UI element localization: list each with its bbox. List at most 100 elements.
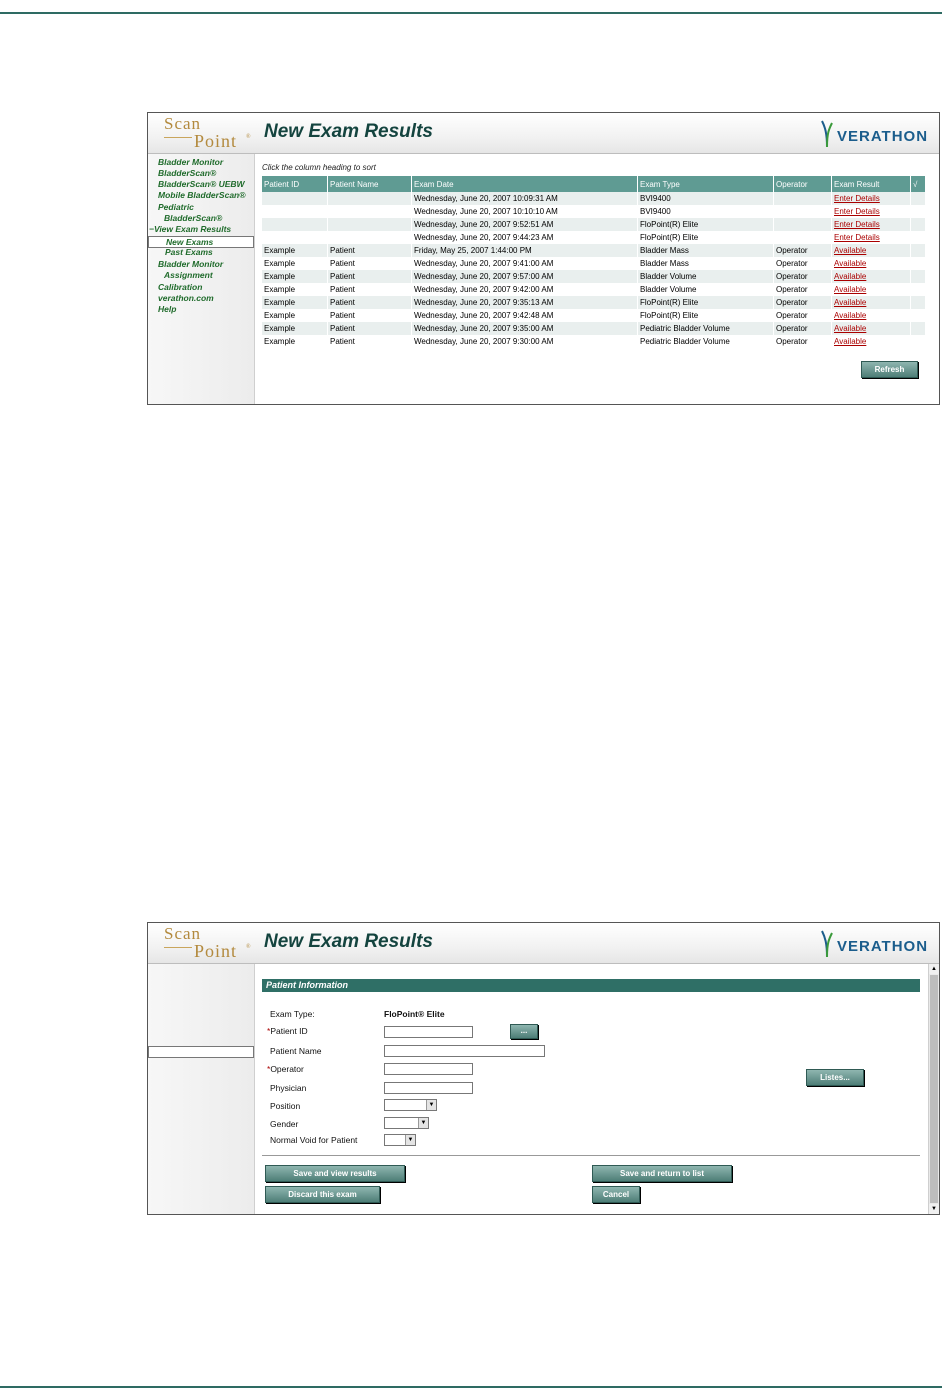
table-cell: Bladder Mass (637, 257, 774, 270)
table-row[interactable]: Example Patient Wednesday, June 20, 2007 9… (262, 283, 926, 296)
column-header[interactable]: Patient Name (327, 176, 412, 192)
exam-result-link[interactable]: Available (831, 335, 911, 348)
sidebar-item[interactable]: verathon.com (158, 293, 214, 303)
page-title: New Exam Results (264, 121, 433, 142)
table-cell: Patient (327, 335, 412, 348)
sidebar-item[interactable]: BladderScan® (164, 213, 222, 223)
table-cell: Bladder Volume (637, 270, 774, 283)
sidebar-item[interactable]: Bladder Monitor (158, 157, 223, 167)
scroll-up-icon[interactable]: ▲ (929, 964, 939, 974)
table-cell (262, 218, 328, 231)
sidebar-item[interactable]: Mobile BladderScan® (158, 190, 246, 200)
sidebar-item[interactable]: Assignment (164, 270, 213, 280)
scroll-thumb[interactable] (930, 975, 938, 1203)
gender-label: Gender (270, 1119, 299, 1129)
sidebar-item[interactable]: Help (158, 304, 176, 314)
physician-field[interactable] (384, 1082, 473, 1094)
exam-result-link[interactable]: Available (831, 244, 911, 257)
listes-button[interactable]: Listes... (806, 1069, 864, 1086)
verathon-mark-icon (821, 930, 833, 958)
table-cell (910, 322, 926, 335)
sidebar-item[interactable]: Pediatric (158, 202, 194, 212)
column-header[interactable]: Exam Type (637, 176, 774, 192)
sidebar-item[interactable]: Bladder Monitor (158, 259, 223, 269)
operator-label: *Operator (267, 1064, 304, 1074)
operator-field[interactable] (384, 1063, 473, 1075)
table-row[interactable]: Example Patient Wednesday, June 20, 2007 9… (262, 270, 926, 283)
page-title: New Exam Results (264, 931, 433, 952)
column-header[interactable]: √ (910, 176, 926, 192)
chevron-down-icon[interactable]: ▼ (418, 1118, 428, 1128)
exam-result-link[interactable]: Available (831, 283, 911, 296)
table-cell: Example (262, 335, 328, 348)
discard-exam-button[interactable]: Discard this exam (265, 1186, 380, 1203)
table-row[interactable]: Wednesday, June 20, 2007 10:10:10 AM BVI9… (262, 205, 926, 218)
scroll-down-icon[interactable]: ▼ (929, 1204, 939, 1214)
app-header: Scan Point ® New Exam Results VERATHON (148, 923, 939, 964)
normal-void-select[interactable]: ▼ (384, 1134, 416, 1146)
table-row[interactable]: Example Patient Wednesday, June 20, 2007 9… (262, 257, 926, 270)
table-cell (910, 231, 926, 244)
table-row[interactable]: Example Patient Wednesday, June 20, 2007 9… (262, 335, 926, 348)
table-cell (910, 218, 926, 231)
table-cell: FloPoint(R) Elite (637, 218, 774, 231)
table-row[interactable]: Example Patient Wednesday, June 20, 2007 9… (262, 309, 926, 322)
table-row[interactable]: Example Patient Wednesday, June 20, 2007 9… (262, 322, 926, 335)
save-and-return-button[interactable]: Save and return to list (592, 1165, 732, 1182)
table-cell (327, 218, 412, 231)
sidebar-item[interactable]: Calibration (158, 282, 202, 292)
exam-result-link[interactable]: Available (831, 296, 911, 309)
exam-result-link[interactable]: Available (831, 309, 911, 322)
table-cell: Patient (327, 270, 412, 283)
table-cell: Operator (773, 335, 832, 348)
table-cell: Bladder Volume (637, 283, 774, 296)
sidebar-item[interactable]: −View Exam Results (149, 224, 231, 234)
column-header[interactable]: Operator (773, 176, 832, 192)
column-header[interactable]: Exam Date (411, 176, 638, 192)
exam-result-link[interactable]: Enter Details (831, 192, 911, 205)
table-cell: Wednesday, June 20, 2007 9:57:00 AM (411, 270, 638, 283)
vertical-scrollbar[interactable]: ▲ ▼ (928, 964, 939, 1214)
exam-result-link[interactable]: Enter Details (831, 218, 911, 231)
patient-id-field[interactable] (384, 1026, 473, 1038)
table-row[interactable]: Example Patient Friday, May 25, 2007 1:44:… (262, 244, 926, 257)
table-cell (910, 335, 926, 348)
form-separator (262, 1155, 920, 1156)
table-cell: Wednesday, June 20, 2007 9:42:00 AM (411, 283, 638, 296)
cancel-button[interactable]: Cancel (592, 1186, 640, 1203)
chevron-down-icon[interactable]: ▼ (405, 1135, 415, 1145)
new-exams-list-window: Scan Point ® New Exam Results VERATHON B… (147, 112, 940, 405)
refresh-button[interactable]: Refresh (861, 361, 918, 378)
table-row[interactable]: Wednesday, June 20, 2007 9:52:51 AM FloPo… (262, 218, 926, 231)
exam-result-link[interactable]: Available (831, 322, 911, 335)
exam-result-link[interactable]: Available (831, 257, 911, 270)
position-select[interactable]: ▼ (384, 1099, 437, 1111)
sidebar-item[interactable]: Past Exams (165, 247, 213, 257)
table-cell (910, 283, 926, 296)
table-row[interactable]: Example Patient Wednesday, June 20, 2007 9… (262, 296, 926, 309)
patient-name-field[interactable] (384, 1045, 545, 1057)
table-cell: Wednesday, June 20, 2007 9:44:23 AM (411, 231, 638, 244)
exam-result-link[interactable]: Available (831, 270, 911, 283)
column-header[interactable]: Patient ID (262, 176, 328, 192)
scanpoint-logo: Scan Point ® (164, 114, 251, 151)
column-header[interactable]: Exam Result (831, 176, 911, 192)
patient-lookup-button[interactable]: ... (510, 1024, 538, 1039)
exam-result-link[interactable]: Enter Details (831, 205, 911, 218)
table-row[interactable]: Wednesday, June 20, 2007 10:09:31 AM BVI9… (262, 192, 926, 205)
table-cell (773, 231, 832, 244)
gender-select[interactable]: ▼ (384, 1117, 429, 1129)
exam-result-link[interactable]: Enter Details (831, 231, 911, 244)
table-cell: Operator (773, 244, 832, 257)
table-cell: Example (262, 283, 328, 296)
sidebar-item[interactable]: BladderScan® (158, 168, 216, 178)
chevron-down-icon[interactable]: ▼ (426, 1100, 436, 1110)
sidebar-item[interactable]: BladderScan® UEBW (158, 179, 245, 189)
table-cell (327, 231, 412, 244)
table-cell: Patient (327, 244, 412, 257)
table-row[interactable]: Wednesday, June 20, 2007 9:44:23 AM FloPo… (262, 231, 926, 244)
exam-type-value: FloPoint® Elite (384, 1009, 445, 1019)
verathon-mark-icon (821, 120, 833, 148)
save-and-view-results-button[interactable]: Save and view results (265, 1165, 405, 1182)
sidebar-item[interactable] (148, 1046, 254, 1058)
